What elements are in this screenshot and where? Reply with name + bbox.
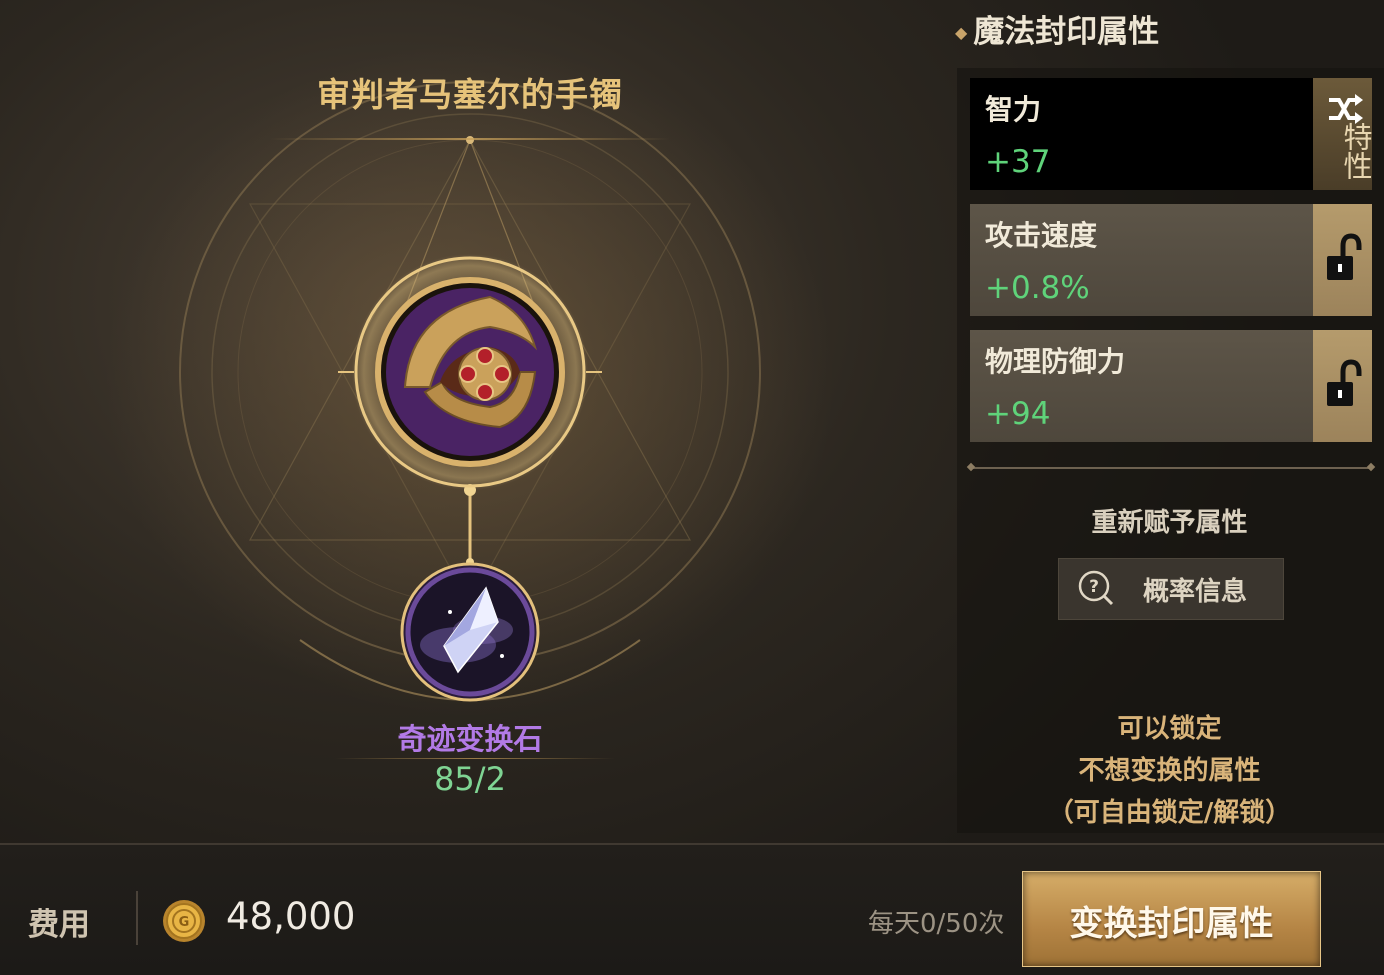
cost-separator — [136, 891, 138, 945]
material-name: 奇迹变换石 — [397, 722, 543, 756]
reroll-label: 重新赋予属性 — [1091, 508, 1248, 538]
question-magnifier-icon: ? — [1078, 570, 1114, 606]
attribute-value: +37 — [985, 144, 1051, 180]
cost-value: 48,000 — [226, 895, 356, 938]
transform-seal-button[interactable]: 变换封印属性 — [1022, 871, 1321, 967]
material-count: 85/2 — [434, 760, 506, 798]
attribute-value: +94 — [985, 396, 1051, 432]
daily-limit: 每天0/50次 — [868, 909, 1005, 939]
attribute-row-intelligence[interactable]: 智力 +37 特性 — [970, 78, 1373, 190]
hint-line-1: 可以锁定 — [1117, 714, 1222, 744]
crystal-icon — [400, 562, 540, 702]
probability-info-label: 概率信息 — [1143, 577, 1248, 607]
attribute-name: 物理防御力 — [985, 345, 1126, 378]
bracelet-icon — [352, 254, 588, 490]
diamond-bullet-icon: ◆ — [955, 23, 968, 42]
panel-title: ◆ 魔法封印属性 — [955, 6, 1159, 51]
trait-label: 特性 — [1339, 122, 1373, 180]
transform-seal-label: 变换封印属性 — [1069, 904, 1274, 944]
lock-toggle-button[interactable] — [1313, 330, 1372, 442]
item-title: 审判者马塞尔的手镯 — [317, 75, 623, 114]
attribute-name: 攻击速度 — [985, 219, 1098, 252]
unlock-icon — [1327, 359, 1362, 406]
attribute-value: +0.8% — [985, 270, 1090, 306]
attribute-body: 攻击速度 +0.8% — [970, 204, 1313, 316]
svg-text:?: ? — [1089, 577, 1099, 597]
attribute-row-attack-speed[interactable]: 攻击速度 +0.8% — [970, 204, 1372, 316]
hint-line-3: （可自由锁定/解锁） — [1047, 798, 1292, 828]
unlock-icon — [1327, 233, 1362, 280]
panel-title-text: 魔法封印属性 — [973, 14, 1160, 50]
lock-toggle-button[interactable] — [1313, 204, 1372, 316]
material-divider — [335, 758, 615, 759]
attribute-name: 智力 — [985, 93, 1042, 126]
title-divider — [270, 138, 670, 140]
trait-button[interactable]: 特性 — [1313, 78, 1373, 190]
attribute-row-physical-defense[interactable]: 物理防御力 +94 — [970, 330, 1372, 442]
attribute-body: 物理防御力 +94 — [970, 330, 1313, 442]
hint-line-2: 不想变换的属性 — [1078, 756, 1261, 786]
section-divider — [970, 467, 1372, 469]
gold-coin-icon: G — [163, 900, 205, 942]
material-slot[interactable] — [398, 560, 542, 704]
attribute-body: 智力 +37 — [970, 78, 1313, 190]
item-slot[interactable] — [350, 252, 590, 492]
seal-attribute-panel: ◆ 魔法封印属性 智力 +37 特性 攻击速度 +0.8% 物理防御力 +94 … — [955, 0, 1384, 845]
probability-info-button[interactable]: ? 概率信息 — [1058, 558, 1284, 620]
footer-bar: 费用 G 48,000 每天0/50次 变换封印属性 — [0, 845, 1384, 975]
cost-label: 费用 — [28, 907, 90, 943]
item-display-area: 审判者马塞尔的手镯 奇迹变换石 85/2 — [0, 0, 955, 845]
svg-text:G: G — [179, 915, 190, 930]
